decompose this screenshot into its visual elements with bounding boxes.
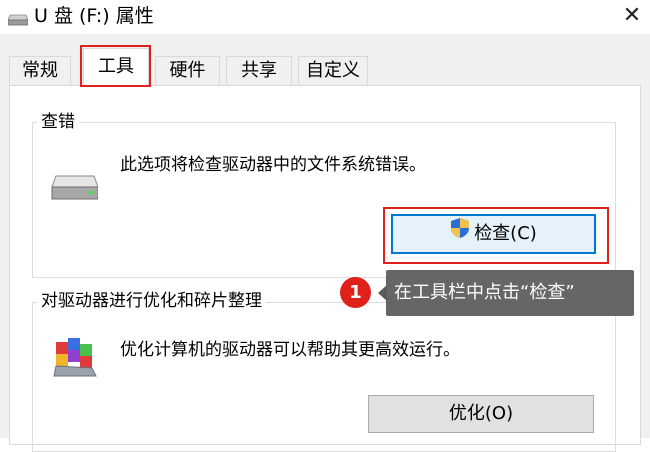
error-check-description: 此选项将检查驱动器中的文件系统错误。 [120, 155, 426, 175]
close-button[interactable]: ✕ [616, 2, 648, 30]
title-bar: U 盘 (F:) 属性 ✕ [0, 0, 650, 34]
close-icon: ✕ [622, 3, 642, 28]
window-title: U 盘 (F:) 属性 [34, 5, 154, 27]
tab-tools[interactable]: 工具 [83, 48, 149, 86]
defrag-icon [52, 336, 98, 380]
drive-icon [7, 11, 29, 26]
optimize-button[interactable]: 优化(O) [368, 395, 594, 433]
uac-shield-icon [450, 216, 470, 252]
tab-general[interactable]: 常规 [9, 56, 71, 85]
tab-label: 常规 [22, 60, 58, 81]
optimize-description: 优化计算机的驱动器可以帮助其更高效运行。 [120, 340, 460, 360]
tab-sharing[interactable]: 共享 [226, 56, 292, 85]
check-button[interactable]: 检查(C) [391, 214, 596, 254]
tab-label: 共享 [241, 60, 277, 81]
tab-label: 硬件 [169, 60, 206, 81]
step-number-badge: 1 [340, 277, 371, 308]
check-button-label: 检查(C) [474, 223, 537, 244]
tab-hardware[interactable]: 硬件 [155, 56, 220, 85]
callout-text: 在工具栏中点击“检查” [394, 282, 575, 303]
tab-label: 工具 [98, 56, 134, 77]
instruction-callout: 1 在工具栏中点击“检查” [340, 270, 634, 316]
optimize-button-label: 优化(O) [448, 403, 514, 424]
tab-label: 自定义 [306, 60, 360, 81]
optimize-group-title: 对驱动器进行优化和碎片整理 [37, 291, 266, 311]
error-check-group-title: 查错 [37, 112, 79, 132]
error-check-group [32, 122, 616, 278]
drive-icon [50, 172, 99, 202]
tab-customize[interactable]: 自定义 [298, 56, 368, 85]
